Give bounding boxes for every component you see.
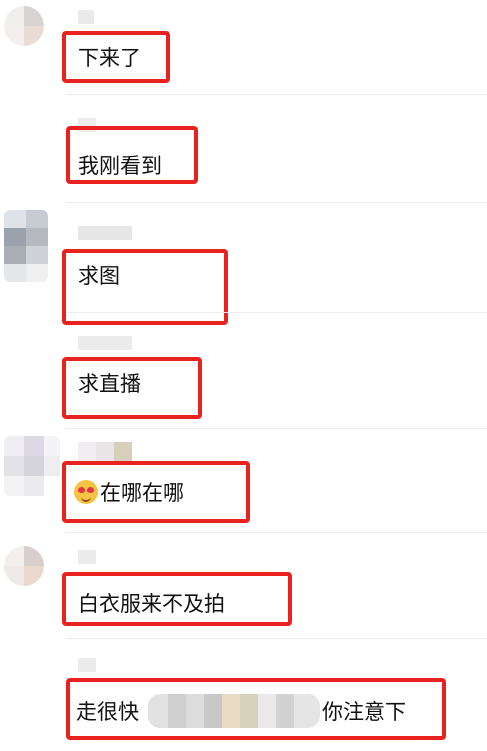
avatar[interactable] — [4, 546, 44, 586]
avatar[interactable] — [4, 436, 60, 496]
username-blurred[interactable] — [78, 550, 96, 564]
divider — [66, 202, 487, 203]
username-blurred[interactable] — [78, 442, 134, 462]
avatar[interactable] — [4, 210, 48, 282]
divider — [66, 428, 487, 429]
divider — [66, 94, 487, 95]
avatar[interactable] — [4, 6, 44, 46]
username-blurred[interactable] — [78, 226, 132, 240]
username-blurred[interactable] — [78, 10, 94, 24]
highlight-box — [62, 357, 202, 419]
highlight-box — [62, 572, 292, 626]
divider — [66, 638, 487, 639]
divider — [66, 532, 487, 533]
highlight-box — [66, 678, 446, 740]
highlight-box — [62, 461, 250, 523]
username-blurred[interactable] — [78, 336, 132, 350]
username-blurred[interactable] — [78, 658, 96, 672]
highlight-box — [62, 249, 228, 325]
highlight-box — [66, 126, 198, 184]
highlight-box — [62, 31, 170, 83]
divider — [66, 312, 487, 313]
